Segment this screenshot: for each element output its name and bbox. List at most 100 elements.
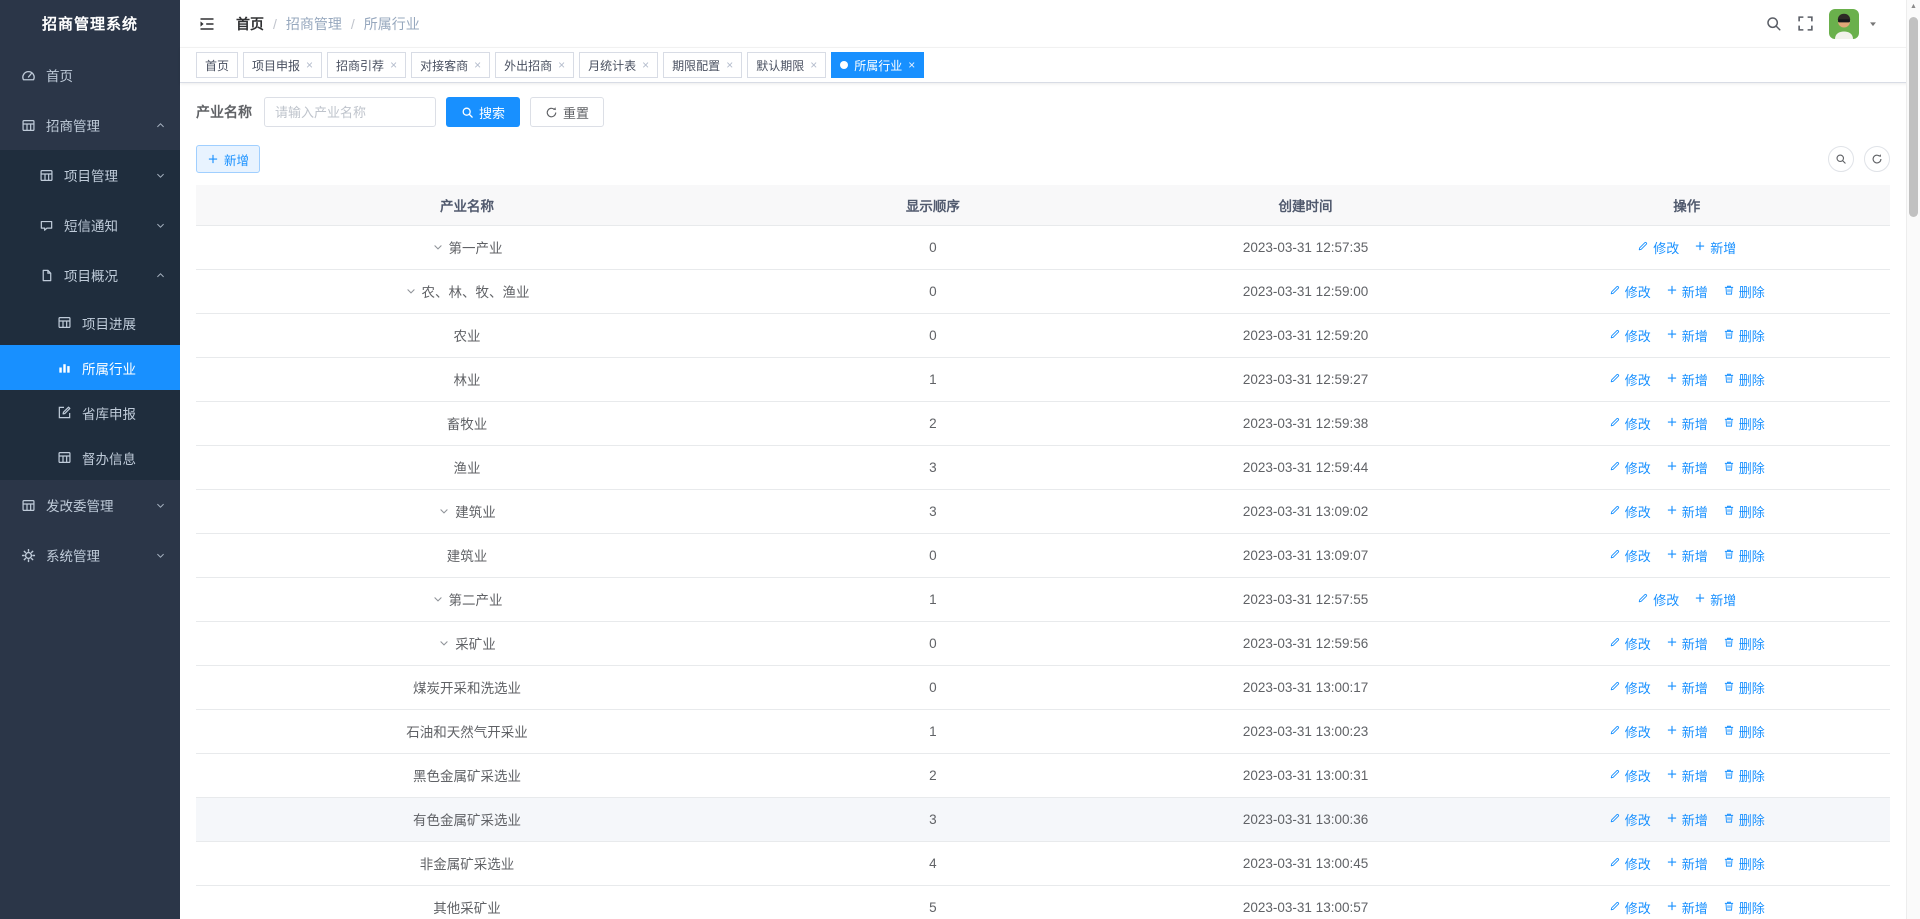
pen-icon	[1637, 240, 1649, 255]
sidebar-item-project-progress[interactable]: 项目进展	[0, 300, 180, 345]
tab-project-apply[interactable]: 项目申报 ×	[243, 52, 323, 78]
edit-link[interactable]: 修改	[1609, 458, 1651, 477]
add-link[interactable]: 新增	[1694, 238, 1736, 257]
edit-link[interactable]: 修改	[1609, 370, 1651, 389]
edit-link[interactable]: 修改	[1609, 810, 1651, 829]
expand-caret-icon[interactable]	[432, 241, 444, 253]
add-link[interactable]: 新增	[1666, 898, 1708, 917]
sidebar-item-sms-notify[interactable]: 短信通知	[0, 200, 180, 250]
add-link[interactable]: 新增	[1666, 502, 1708, 521]
sidebar-item-project-overview[interactable]: 项目概况	[0, 250, 180, 300]
avatar[interactable]	[1829, 8, 1859, 39]
tab-monthly-report[interactable]: 月统计表 ×	[579, 52, 659, 78]
edit-link[interactable]: 修改	[1609, 678, 1651, 697]
add-link[interactable]: 新增	[1694, 590, 1736, 609]
scrollbar-thumb[interactable]	[1909, 17, 1918, 217]
edit-link[interactable]: 修改	[1609, 854, 1651, 873]
tab-close-icon[interactable]: ×	[558, 59, 565, 71]
expand-caret-icon[interactable]	[438, 505, 450, 517]
caret-down-icon[interactable]	[1868, 19, 1878, 29]
sidebar-item-industry[interactable]: 所属行业	[0, 345, 180, 390]
fullscreen-icon[interactable]	[1797, 15, 1814, 32]
tab-merchant-docking[interactable]: 对接客商 ×	[411, 52, 491, 78]
add-link[interactable]: 新增	[1666, 634, 1708, 653]
industry-name-input[interactable]	[264, 97, 436, 127]
edit-link[interactable]: 修改	[1609, 282, 1651, 301]
add-link[interactable]: 新增	[1666, 414, 1708, 433]
delete-link[interactable]: 删除	[1723, 458, 1765, 477]
tab-investment-referral[interactable]: 招商引荐 ×	[327, 52, 407, 78]
add-button[interactable]: 新增	[196, 145, 261, 173]
tab-close-icon[interactable]: ×	[474, 59, 481, 71]
add-link[interactable]: 新增	[1666, 722, 1708, 741]
breadcrumb-item[interactable]: 首页	[236, 14, 264, 34]
tab-close-icon[interactable]: ×	[390, 59, 397, 71]
tab-industry[interactable]: 所属行业 ×	[831, 52, 925, 78]
tab-home[interactable]: 首页	[196, 52, 239, 78]
delete-link[interactable]: 删除	[1723, 546, 1765, 565]
actions-cell: 修改 新增 删除	[1483, 445, 1890, 490]
add-link[interactable]: 新增	[1666, 810, 1708, 829]
reset-button[interactable]: 重置	[530, 97, 605, 127]
tab-close-icon[interactable]: ×	[810, 59, 817, 71]
tab-period-config[interactable]: 期限配置 ×	[663, 52, 743, 78]
add-link-label: 新增	[1681, 504, 1708, 520]
sidebar-item-system-mgmt[interactable]: 系统管理	[0, 530, 180, 580]
page-scrollbar[interactable]: ▲	[1906, 0, 1920, 919]
delete-link[interactable]: 删除	[1723, 722, 1765, 741]
edit-link[interactable]: 修改	[1637, 238, 1679, 257]
add-link[interactable]: 新增	[1666, 766, 1708, 785]
display-order-cell: 5	[738, 885, 1128, 919]
scrollbar-up-arrow[interactable]: ▲	[1907, 3, 1920, 10]
toggle-search-button[interactable]	[1828, 146, 1854, 172]
plus-icon	[1666, 724, 1678, 739]
expand-caret-icon[interactable]	[438, 637, 450, 649]
sidebar-item-investment-mgmt[interactable]: 招商管理	[0, 100, 180, 150]
table-tools	[1828, 146, 1890, 172]
tab-default-period[interactable]: 默认期限 ×	[747, 52, 827, 78]
expand-caret-icon[interactable]	[405, 285, 417, 297]
delete-link[interactable]: 删除	[1723, 810, 1765, 829]
delete-link[interactable]: 删除	[1723, 898, 1765, 917]
sidebar-item-home[interactable]: 首页	[0, 50, 180, 100]
sidebar-item-project-mgmt[interactable]: 项目管理	[0, 150, 180, 200]
tab-outbound-investment[interactable]: 外出招商 ×	[495, 52, 575, 78]
delete-link[interactable]: 删除	[1723, 414, 1765, 433]
add-link[interactable]: 新增	[1666, 678, 1708, 697]
tab-close-icon[interactable]: ×	[642, 59, 649, 71]
sidebar-item-province-apply[interactable]: 省库申报	[0, 390, 180, 435]
refresh-table-button[interactable]	[1864, 146, 1890, 172]
tab-close-icon[interactable]: ×	[908, 59, 915, 71]
add-link[interactable]: 新增	[1666, 854, 1708, 873]
edit-link[interactable]: 修改	[1609, 546, 1651, 565]
add-link[interactable]: 新增	[1666, 282, 1708, 301]
add-link[interactable]: 新增	[1666, 458, 1708, 477]
delete-link[interactable]: 删除	[1723, 634, 1765, 653]
edit-link[interactable]: 修改	[1609, 766, 1651, 785]
edit-link[interactable]: 修改	[1609, 722, 1651, 741]
add-link[interactable]: 新增	[1666, 546, 1708, 565]
tab-close-icon[interactable]: ×	[726, 59, 733, 71]
delete-link[interactable]: 删除	[1723, 370, 1765, 389]
edit-link[interactable]: 修改	[1609, 634, 1651, 653]
sidebar-toggle-button[interactable]	[196, 13, 218, 35]
sidebar-item-ndrc-mgmt[interactable]: 发改委管理	[0, 480, 180, 530]
search-button[interactable]: 搜索	[446, 97, 521, 127]
edit-link[interactable]: 修改	[1609, 326, 1651, 345]
sidebar-item-supervision-info[interactable]: 督办信息	[0, 435, 180, 480]
edit-link[interactable]: 修改	[1609, 414, 1651, 433]
delete-link[interactable]: 删除	[1723, 766, 1765, 785]
delete-link[interactable]: 删除	[1723, 854, 1765, 873]
delete-link[interactable]: 删除	[1723, 326, 1765, 345]
add-link[interactable]: 新增	[1666, 370, 1708, 389]
edit-link[interactable]: 修改	[1637, 590, 1679, 609]
delete-link[interactable]: 删除	[1723, 678, 1765, 697]
tab-close-icon[interactable]: ×	[306, 59, 313, 71]
add-link[interactable]: 新增	[1666, 326, 1708, 345]
search-icon[interactable]	[1765, 15, 1782, 32]
delete-link[interactable]: 删除	[1723, 502, 1765, 521]
delete-link[interactable]: 删除	[1723, 282, 1765, 301]
edit-link[interactable]: 修改	[1609, 898, 1651, 917]
edit-link[interactable]: 修改	[1609, 502, 1651, 521]
expand-caret-icon[interactable]	[432, 593, 444, 605]
